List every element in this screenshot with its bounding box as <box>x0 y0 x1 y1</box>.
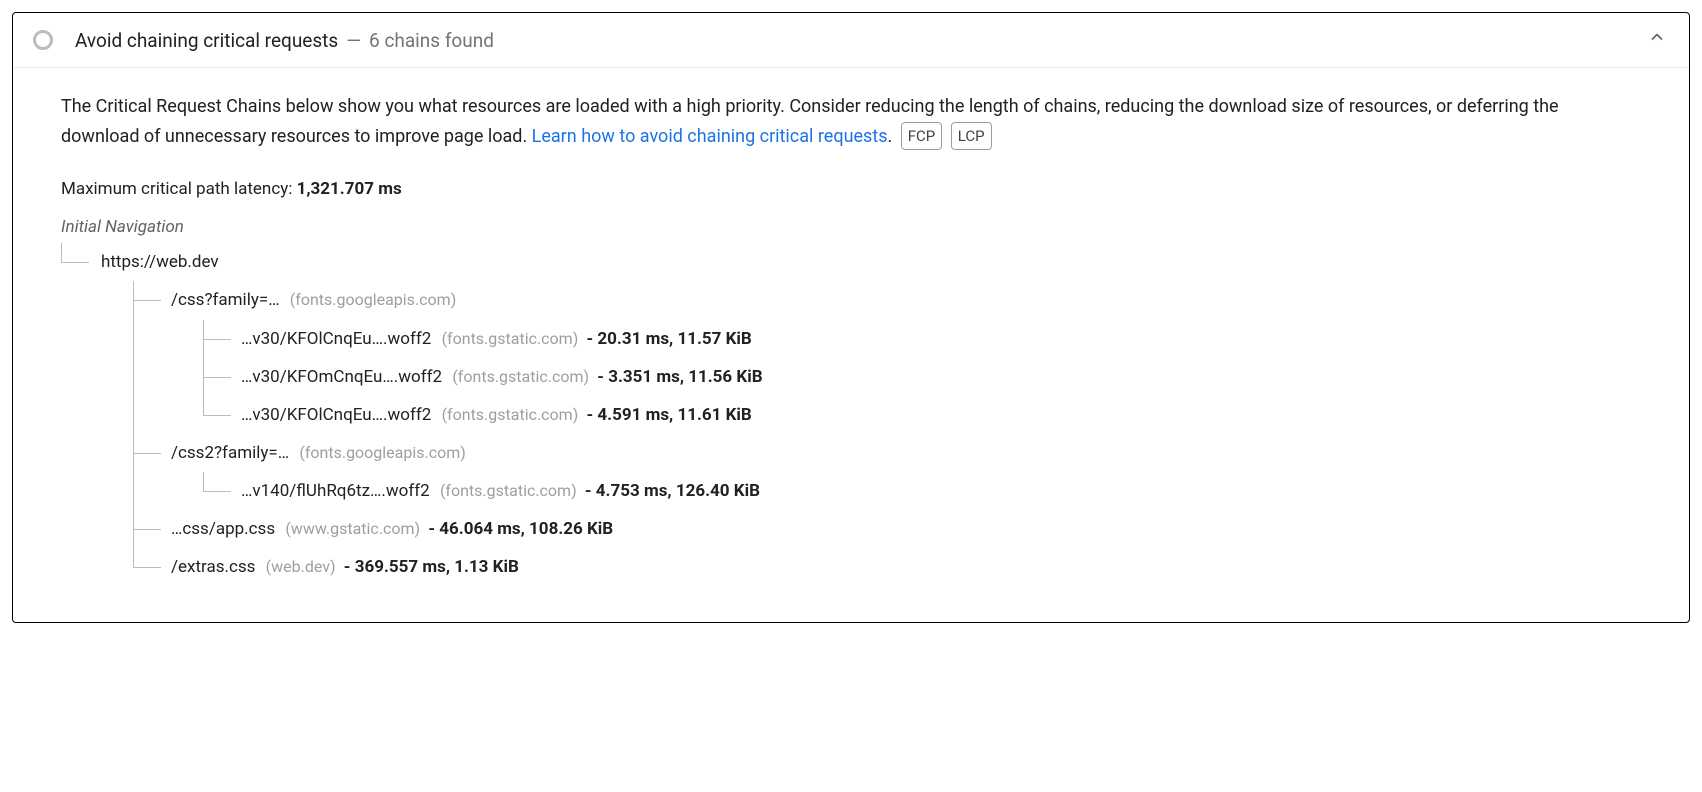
request-url: /extras.css <box>171 557 255 577</box>
chevron-up-icon[interactable] <box>1647 27 1667 53</box>
request-stats: - 46.064 ms, 108.26 KiB <box>428 519 613 539</box>
audit-title: Avoid chaining critical requests <box>75 29 338 52</box>
request-url: …v30/KFOlCnqEu….woff2 <box>241 329 431 349</box>
audit-body: The Critical Request Chains below show y… <box>13 67 1689 622</box>
request-stats: - 20.31 ms, 11.57 KiB <box>587 329 752 349</box>
request-host: (fonts.gstatic.com) <box>442 329 579 348</box>
request-url: …css/app.css <box>171 519 275 539</box>
audit-header[interactable]: Avoid chaining critical requests — 6 cha… <box>13 13 1689 67</box>
tree-node: …v30/KFOmCnqEu….woff2 (fonts.gstatic.com… <box>203 358 1641 396</box>
request-stats: - 4.753 ms, 126.40 KiB <box>585 481 760 501</box>
tree-node: …v140/flUhRq6tz….woff2 (fonts.gstatic.co… <box>203 472 1641 510</box>
max-latency-label: Maximum critical path latency: <box>61 179 297 199</box>
request-stats: - 3.351 ms, 11.56 KiB <box>597 367 762 387</box>
audit-description: The Critical Request Chains below show y… <box>61 92 1641 151</box>
request-url: /css?family=… <box>171 290 280 310</box>
request-url: …v30/KFOmCnqEu….woff2 <box>241 367 442 387</box>
tree-node: …css/app.css (www.gstatic.com) - 46.064 … <box>133 510 1641 548</box>
request-host: (fonts.googleapis.com) <box>299 443 465 462</box>
request-stats: - 4.591 ms, 11.61 KiB <box>587 405 752 425</box>
request-host: (fonts.googleapis.com) <box>290 290 456 309</box>
request-url: /css2?family=… <box>171 443 289 463</box>
audit-summary: 6 chains found <box>369 29 494 52</box>
metric-badge-fcp: FCP <box>901 122 943 151</box>
tree-node: …v30/KFOlCnqEu….woff2 (fonts.gstatic.com… <box>203 320 1641 358</box>
request-host: (web.dev) <box>266 557 336 576</box>
max-latency-value: 1,321.707 ms <box>297 179 402 199</box>
tree-node: /extras.css (web.dev) - 369.557 ms, 1.13… <box>133 548 1641 586</box>
learn-more-link[interactable]: Learn how to avoid chaining critical req… <box>532 126 888 147</box>
request-host: (fonts.gstatic.com) <box>442 405 579 424</box>
max-latency: Maximum critical path latency: 1,321.707… <box>61 179 1641 199</box>
request-url: …v140/flUhRq6tz….woff2 <box>241 481 430 501</box>
audit-card: Avoid chaining critical requests — 6 cha… <box>12 12 1690 623</box>
tree-node: https://web.dev /css?family=… (fonts.goo… <box>61 243 1641 586</box>
status-informative-icon <box>33 30 53 50</box>
title-separator: — <box>346 29 361 52</box>
request-host: (fonts.gstatic.com) <box>452 367 589 386</box>
tree-root-label: Initial Navigation <box>61 217 1641 237</box>
request-url: https://web.dev <box>101 252 219 272</box>
metric-badge-lcp: LCP <box>951 122 992 151</box>
tree-node: /css?family=… (fonts.googleapis.com) …v3… <box>133 281 1641 433</box>
request-host: (www.gstatic.com) <box>285 519 420 538</box>
tree-node: …v30/KFOlCnqEu….woff2 (fonts.gstatic.com… <box>203 396 1641 434</box>
request-url: …v30/KFOlCnqEu….woff2 <box>241 405 431 425</box>
request-host: (fonts.gstatic.com) <box>440 481 577 500</box>
request-stats: - 369.557 ms, 1.13 KiB <box>344 557 519 577</box>
tree-node: /css2?family=… (fonts.googleapis.com) …v… <box>133 434 1641 510</box>
request-chain-tree: https://web.dev /css?family=… (fonts.goo… <box>61 243 1641 586</box>
